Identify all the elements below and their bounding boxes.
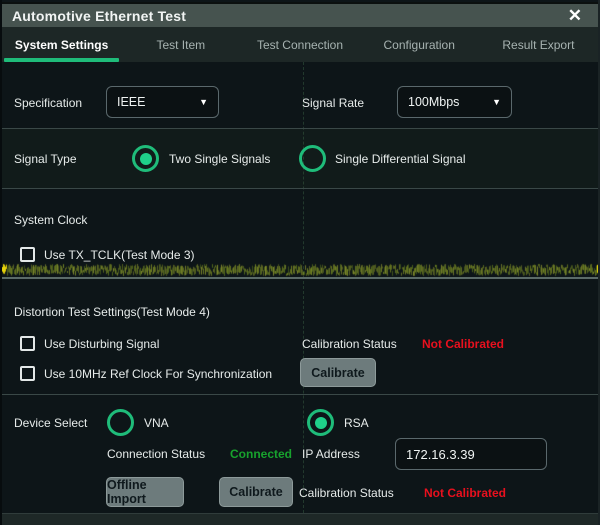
connection-status-label: Connection Status — [107, 447, 205, 461]
distortion-calibration-status-label: Calibration Status — [302, 337, 397, 351]
chevron-down-icon: ▼ — [199, 97, 208, 107]
signal-rate-value: 100Mbps — [408, 95, 486, 109]
tab-configuration[interactable]: Configuration — [360, 27, 479, 62]
use-10mhz-ref-clock-label: Use 10MHz Ref Clock For Synchronization — [44, 367, 272, 381]
ip-address-label: IP Address — [302, 447, 360, 461]
signal-rate-label: Signal Rate — [302, 96, 364, 110]
radio-vna-label: VNA — [144, 416, 169, 430]
title-bar: Automotive Ethernet Test ✕ — [2, 2, 598, 27]
distortion-calibration-status-value: Not Calibrated — [422, 337, 504, 351]
use-disturbing-signal-label: Use Disturbing Signal — [44, 337, 159, 351]
connection-status-value: Connected — [230, 447, 292, 461]
radio-two-single-signals[interactable] — [132, 145, 159, 172]
device-calibrate-button[interactable]: Calibrate — [219, 477, 293, 507]
ip-address-field[interactable] — [395, 438, 547, 470]
radio-vna[interactable] — [107, 409, 134, 436]
radio-single-differential-signal[interactable] — [299, 145, 326, 172]
specification-label: Specification — [14, 96, 82, 110]
distortion-calibrate-button[interactable]: Calibrate — [300, 358, 376, 387]
window-title: Automotive Ethernet Test — [2, 8, 186, 24]
tab-bar: System Settings Test Item Test Connectio… — [2, 27, 598, 62]
divider — [2, 188, 598, 189]
offline-import-button[interactable]: Offline Import — [106, 477, 184, 507]
radio-two-single-signals-label: Two Single Signals — [169, 152, 270, 166]
divider — [2, 128, 598, 129]
oscilloscope-waveform — [2, 260, 600, 278]
use-10mhz-ref-clock-checkbox[interactable] — [20, 366, 35, 381]
device-calibration-status-value: Not Calibrated — [424, 486, 506, 500]
radio-single-differential-signal-label: Single Differential Signal — [335, 152, 466, 166]
dialog-bottom-edge — [2, 513, 598, 525]
specification-value: IEEE — [117, 95, 193, 109]
ip-address-input[interactable] — [406, 447, 536, 462]
tab-result-export[interactable]: Result Export — [479, 27, 598, 62]
tab-test-connection[interactable]: Test Connection — [240, 27, 359, 62]
radio-rsa[interactable] — [307, 409, 334, 436]
system-clock-title: System Clock — [14, 213, 87, 227]
close-icon[interactable]: ✕ — [568, 7, 582, 24]
signal-type-label: Signal Type — [14, 152, 77, 166]
automotive-ethernet-test-dialog: Automotive Ethernet Test ✕ System Settin… — [0, 0, 600, 525]
chevron-down-icon: ▼ — [492, 97, 501, 107]
divider — [2, 277, 598, 279]
device-calibration-status-label: Calibration Status — [299, 486, 394, 500]
radio-rsa-label: RSA — [344, 416, 369, 430]
tab-test-item[interactable]: Test Item — [121, 27, 240, 62]
device-select-label: Device Select — [14, 416, 87, 430]
graticule-vline — [303, 62, 304, 513]
use-disturbing-signal-checkbox[interactable] — [20, 336, 35, 351]
specification-dropdown[interactable]: IEEE ▼ — [106, 86, 219, 118]
signal-rate-dropdown[interactable]: 100Mbps ▼ — [397, 86, 512, 118]
divider — [2, 394, 598, 395]
distortion-title: Distortion Test Settings(Test Mode 4) — [14, 305, 210, 319]
tab-system-settings[interactable]: System Settings — [2, 27, 121, 62]
